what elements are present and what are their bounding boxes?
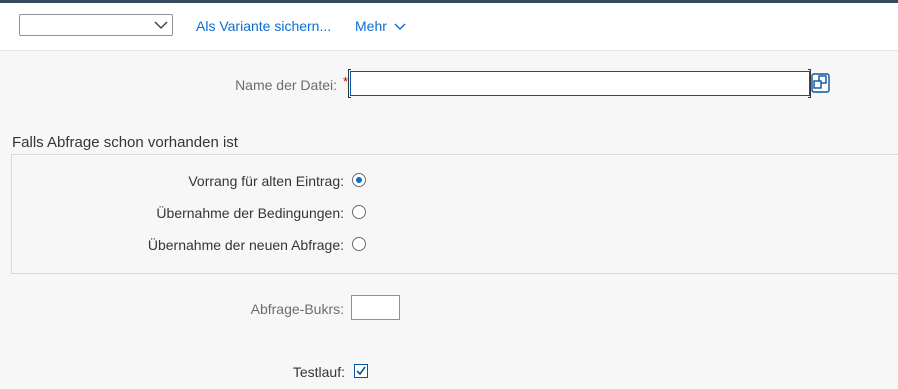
testlauf-checkbox[interactable]: [354, 364, 368, 378]
radio-conditions[interactable]: [352, 205, 366, 219]
testlauf-label: Testlauf:: [292, 364, 345, 380]
bukrs-label: Abfrage-Bukrs:: [250, 301, 344, 317]
more-menu-button[interactable]: Mehr: [355, 18, 387, 34]
save-as-variant-button[interactable]: Als Variante sichern...: [196, 18, 331, 34]
radio-label-new-query: Übernahme der neuen Abfrage:: [147, 237, 344, 253]
variant-select[interactable]: [19, 14, 173, 36]
chevron-down-icon: [154, 21, 168, 29]
toolbar: Als Variante sichern... Mehr: [0, 3, 898, 51]
checkmark-icon: [356, 366, 366, 376]
value-help-icon[interactable]: [811, 72, 830, 94]
section-title: Falls Abfrage schon vorhanden ist: [12, 134, 238, 151]
radio-group-box: [11, 154, 898, 274]
radio-label-conditions: Übernahme der Bedingungen:: [156, 205, 344, 221]
focus-bracket-left: [348, 69, 351, 98]
radio-old-entry[interactable]: [352, 173, 366, 187]
chevron-down-icon[interactable]: [394, 22, 406, 31]
file-name-input[interactable]: [350, 71, 810, 96]
bukrs-input[interactable]: [351, 295, 400, 320]
file-name-label: Name der Datei:: [235, 77, 337, 93]
radio-label-old-entry: Vorrang für alten Eintrag:: [188, 173, 344, 189]
radio-new-query[interactable]: [352, 237, 366, 251]
